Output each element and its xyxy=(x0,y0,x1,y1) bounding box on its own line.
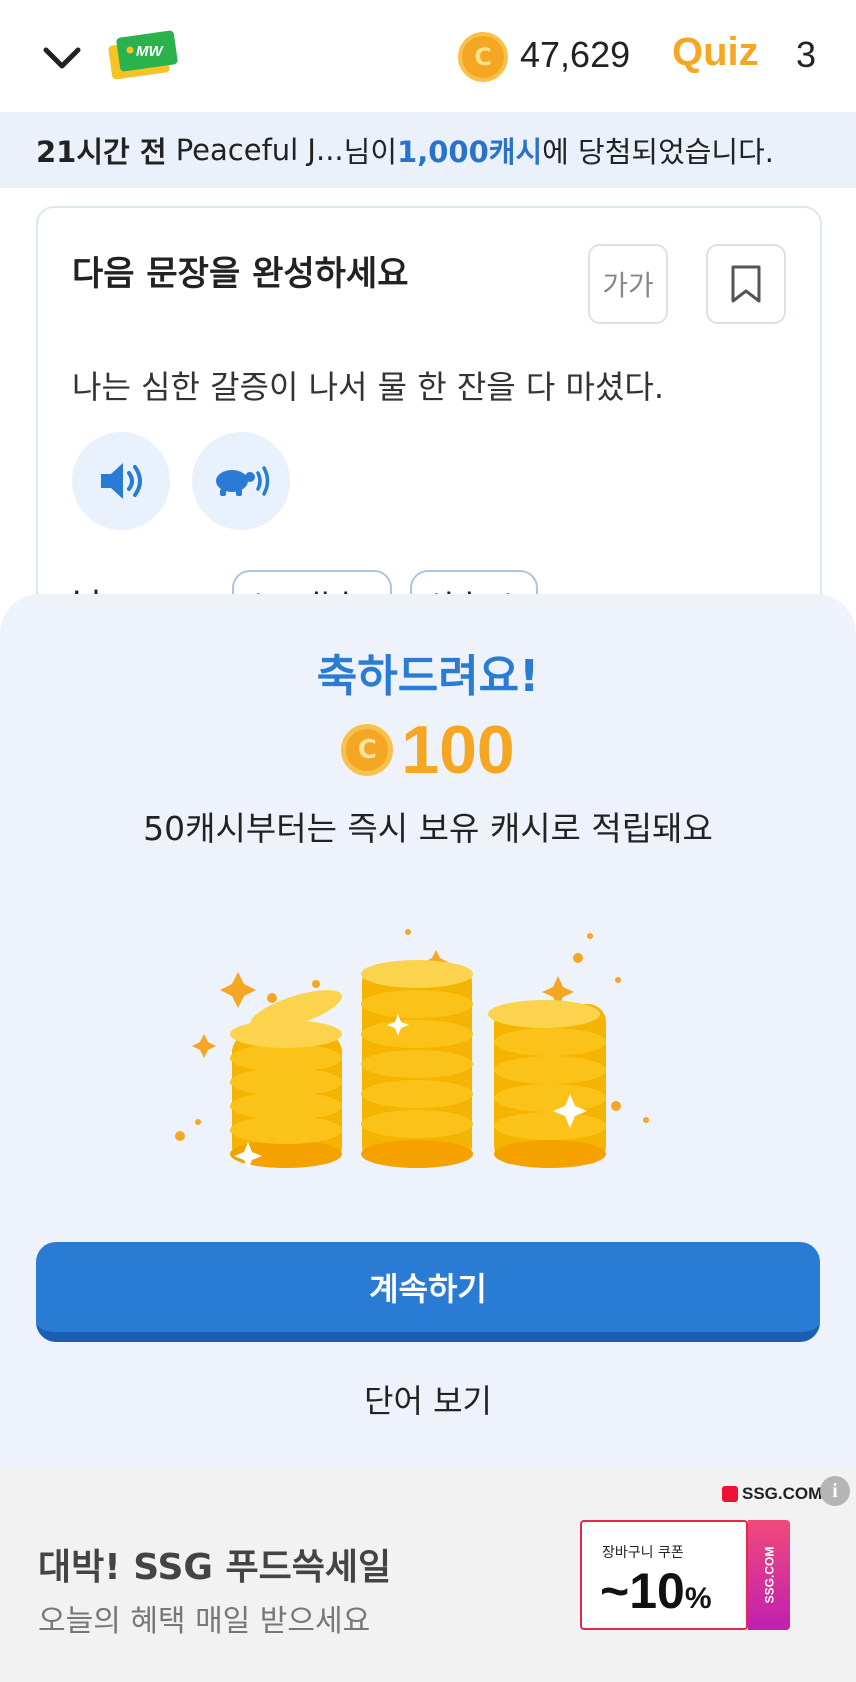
korean-sentence: 나는 심한 갈증이 나서 물 한 잔을 다 마셨다. xyxy=(72,368,665,406)
coupon-side-strip: SSG.COM xyxy=(748,1520,790,1630)
congrats-title: 축하드려요! xyxy=(316,651,540,702)
bookmark-icon xyxy=(731,265,761,303)
quiz-count: 3 xyxy=(796,34,817,75)
coin-stacks-illustration xyxy=(175,929,649,1170)
play-slow-audio-button[interactable] xyxy=(192,432,290,530)
coin-icon: C xyxy=(458,32,508,82)
chevron-down-icon[interactable] xyxy=(40,36,84,80)
view-words-button[interactable]: 단어 보기 xyxy=(0,1376,856,1422)
font-size-button[interactable]: 가가 xyxy=(588,244,668,324)
coin-balance[interactable]: 47,629 xyxy=(520,34,630,76)
ssg-icon xyxy=(722,1486,738,1502)
coupon-unit: % xyxy=(684,1582,712,1615)
coupon-side-text: SSG.COM xyxy=(762,1546,777,1604)
quiz-card: 다음 문장을 완성하세요 가가 나는 심한 갈증이 나서 물 한 잔을 다 마셨… xyxy=(36,206,822,626)
coin-stack-middle xyxy=(361,960,473,1168)
coin-stack-left xyxy=(230,990,342,1168)
coupon-image: 장바구니 쿠폰 ~10% xyxy=(580,1520,748,1630)
reward-amount-row: C 100 xyxy=(0,710,856,790)
bookmark-button[interactable] xyxy=(706,244,786,324)
reward-description: 50캐시부터는 즉시 보유 캐시로 적립돼요 xyxy=(143,809,713,848)
top-bar: MW C 47,629 Quiz 3 xyxy=(0,0,856,112)
mw-logo[interactable]: MW xyxy=(106,28,180,84)
coin-icon: C xyxy=(341,724,394,776)
notice-mid: 님이 xyxy=(343,135,398,169)
notice-prize: 1,000캐시 xyxy=(397,135,543,169)
winner-notice: 21시간 전 Peaceful J... 님이 1,000캐시 에 당첨되었습니다… xyxy=(0,112,856,188)
coupon-value: ~10% xyxy=(600,1562,712,1620)
coupon-label: 장바구니 쿠폰 xyxy=(602,1545,684,1561)
ad-title: 대박! SSG 푸드쓱세일 xyxy=(38,1547,392,1588)
quiz-title: 다음 문장을 완성하세요 xyxy=(72,254,409,294)
reward-amount: 100 xyxy=(401,712,515,788)
notice-time: 21시간 전 xyxy=(36,135,167,169)
speaker-icon xyxy=(101,463,142,499)
turtle-speaker-icon xyxy=(216,466,270,496)
notice-suffix: 에 당첨되었습니다. xyxy=(542,135,775,169)
coin-stack-right xyxy=(488,1000,606,1168)
ad-brand: SSG.COM xyxy=(742,1484,823,1503)
ad-subtitle: 오늘의 혜택 매일 받으세요 xyxy=(38,1604,371,1639)
svg-text:MW: MW xyxy=(136,43,164,60)
continue-button[interactable]: 계속하기 xyxy=(36,1242,820,1342)
coupon-amount: ~10 xyxy=(600,1563,685,1619)
notice-user: Peaceful J... xyxy=(175,133,344,167)
quiz-logo[interactable]: Quiz xyxy=(672,30,759,75)
ad-brand-badge: SSG.COM xyxy=(722,1484,822,1504)
play-audio-button[interactable] xyxy=(72,432,170,530)
ad-info-icon[interactable]: i xyxy=(820,1476,850,1506)
ad-banner[interactable]: SSG.COM i 대박! SSG 푸드쓱세일 오늘의 혜택 매일 받으세요 장… xyxy=(0,1468,856,1682)
